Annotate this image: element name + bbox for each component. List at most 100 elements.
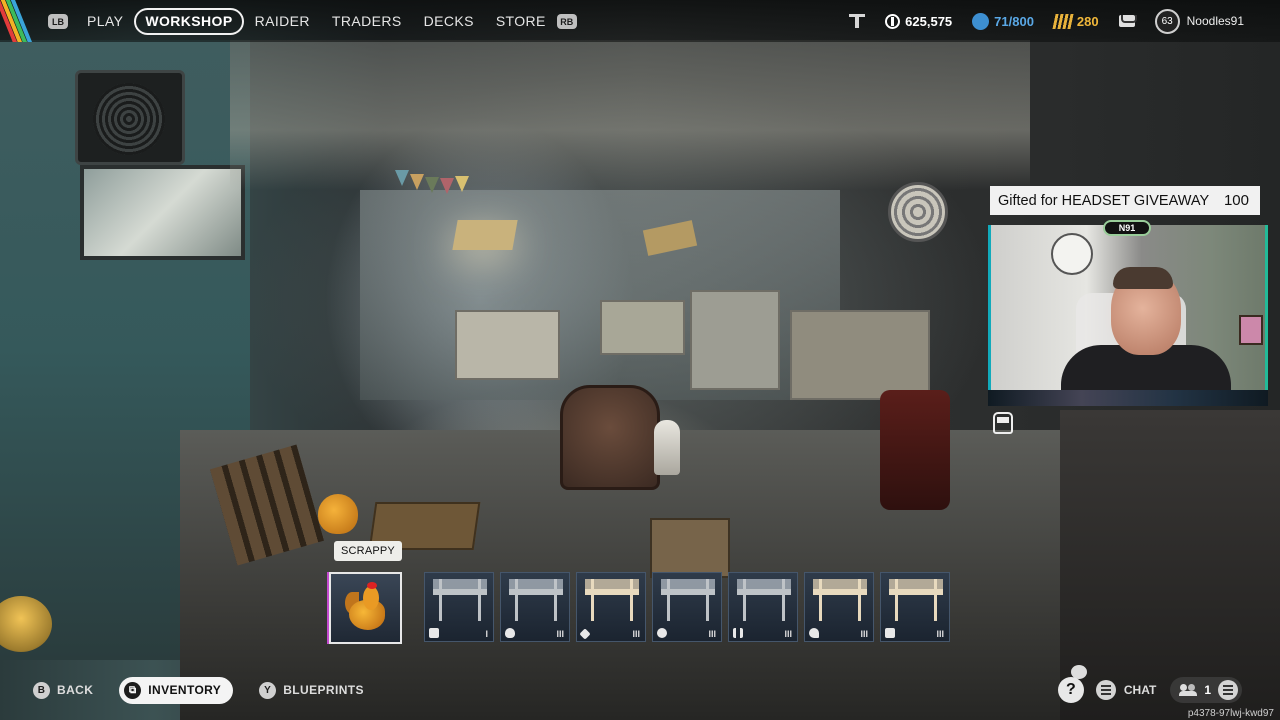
scene-desk [455,310,560,380]
player-level-avatar[interactable]: 63 [1154,8,1180,34]
item-tier: III [784,629,792,639]
streamer-webcam [988,225,1268,390]
refiner-bench-icon [813,579,867,621]
people-icon [1179,684,1198,696]
chat-button[interactable]: CHAT [1095,680,1157,700]
coin-icon [885,13,901,29]
film-reel [888,182,948,242]
nav-play[interactable]: PLAY [76,8,134,35]
cardboard-boxes [650,518,730,578]
train-icon [993,412,1013,434]
blueprints-button[interactable]: Y BLUEPRINTS [259,681,364,699]
item-tier: III [708,629,716,639]
tools-icon [733,628,743,638]
item-tier: I [485,629,488,639]
blueprints-label: BLUEPRINTS [283,683,364,697]
item-tier: III [556,629,564,639]
main-nav: LB PLAY WORKSHOP RAIDER TRADERS DECKS ST… [48,8,577,35]
explosives-bench-icon [661,579,715,621]
item-tier: III [936,629,944,639]
scene-desk [600,300,685,355]
pennant [425,177,439,193]
coins-value: 625,575 [905,13,953,29]
item-tier: III [632,629,640,639]
stream-gift-banner: Gifted for HEADSET GIVEAWAY 100 [990,186,1260,215]
rooster-icon [345,582,389,634]
currency-stats: 625,575 71/800 280 63 Noodles91 [849,0,1280,42]
capacity-value: 71/800 [994,13,1034,29]
scene-desk [690,290,780,390]
bottom-social: ? CHAT 1 [1057,676,1242,704]
nav-workshop[interactable]: WORKSHOP [134,8,244,35]
chat-label: CHAT [1123,683,1157,697]
gunsmith-bench-icon [585,579,639,621]
help-button[interactable]: ? [1057,677,1084,703]
y-button-icon: Y [259,681,277,699]
item-slot-gunsmith[interactable]: III [576,572,646,642]
hanging-lamp [452,220,518,250]
party-button[interactable]: 1 [1170,677,1242,703]
gold-stat: 280 [1052,13,1099,29]
pennant [455,176,469,192]
item-slot-refiner[interactable]: III [804,572,874,642]
view-button-icon: ⧉ [124,681,142,699]
workbench-icon [433,579,487,621]
wall-fan [75,70,185,165]
inventory-label: INVENTORY [148,683,222,697]
item-slot-medical[interactable]: III [880,572,950,642]
bust-statue [654,420,680,475]
utility-bench-icon [737,579,791,621]
menu-button-icon [1095,680,1116,700]
webcam-tag: N91 [1103,220,1151,236]
medical-cross-icon [885,628,895,638]
pennant [410,174,424,190]
explosive-icon [657,628,667,638]
tool-icon [849,14,866,28]
item-slot-explosives[interactable]: III [652,572,722,642]
capacity-stat: 71/800 [972,12,1034,30]
gun-icon [579,628,591,640]
bench-category-icon [429,628,439,638]
gift-amount: 100 [1223,192,1249,209]
gift-text: Gifted for HEADSET GIVEAWAY [998,192,1210,209]
pennant [395,170,409,186]
mail-icon [1118,15,1137,27]
item-tier: III [860,629,868,639]
nav-traders[interactable]: TRADERS [321,8,413,35]
nav-decks[interactable]: DECKS [413,8,485,35]
red-chair [880,390,950,510]
refine-icon [809,628,819,638]
mail-button[interactable] [1118,15,1137,27]
stash-capacity-icon [972,12,990,30]
item-slot-scrappy[interactable] [329,572,402,644]
bottom-actions: B BACK ⧉ INVENTORY Y BLUEPRINTS [33,676,390,704]
coins-stat: 625,575 [885,13,953,29]
scene-desk [790,310,930,400]
nav-store[interactable]: STORE [485,8,557,35]
premium-currency-icon [1052,13,1074,29]
right-foreground [1060,410,1280,720]
gear-bench-icon [509,579,563,621]
nav-raider[interactable]: RAIDER [244,8,321,35]
back-button[interactable]: B BACK [33,681,94,699]
back-label: BACK [57,683,94,697]
streamer-hair [1113,267,1173,289]
top-navigation-bar: LB PLAY WORKSHOP RAIDER TRADERS DECKS ST… [0,0,1280,42]
item-slot-workbench[interactable]: I [424,572,494,642]
username[interactable]: Noodles91 [1187,14,1244,28]
item-slot-utility[interactable]: III [728,572,798,642]
scrappy-rooster-scene[interactable] [318,494,358,534]
item-slot-gear-bench[interactable]: III [500,572,570,642]
scene-window [80,165,245,260]
brand-stripes [0,0,40,42]
inventory-button[interactable]: ⧉ INVENTORY [119,676,234,704]
webcam-footer [988,390,1268,406]
pennant [440,178,454,194]
rb-button-hint[interactable]: RB [556,14,577,29]
wall-picture [1239,315,1263,345]
workshop-tool-stat[interactable] [849,14,866,28]
item-tooltip: SCRAPPY [334,541,402,561]
lb-button-hint[interactable]: LB [48,14,68,29]
party-count: 1 [1204,683,1211,697]
wall-clock [1051,233,1093,275]
